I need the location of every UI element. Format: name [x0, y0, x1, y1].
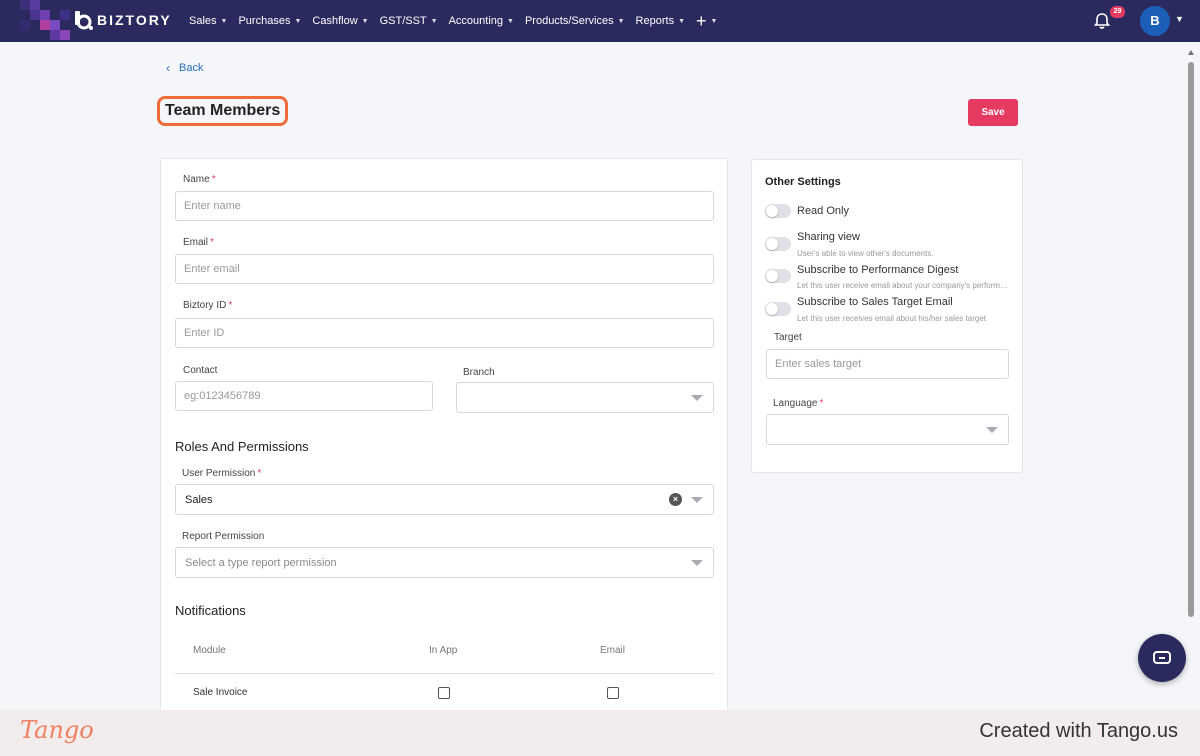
roles-section-title: Roles And Permissions [175, 439, 309, 454]
biztory-id-label: Biztory ID * [183, 300, 233, 311]
nav-accounting[interactable]: Accounting ▼ [449, 15, 514, 27]
sharing-view-desc: User's able to view other's documents. [797, 249, 934, 258]
biztory-logo-icon [75, 11, 93, 30]
nav-reports[interactable]: Reports ▼ [636, 15, 685, 27]
top-navbar: BIZTORY Sales ▼ Purchases ▼ Cashflow ▼ GST/… [0, 0, 1200, 42]
nav-gst-sst[interactable]: GST/SST ▼ [380, 15, 438, 27]
contact-input[interactable] [175, 381, 433, 411]
notification-bell-icon[interactable] [1093, 12, 1111, 30]
created-with-text: Created with Tango.us [979, 720, 1178, 742]
email-column-header: Email [600, 645, 626, 656]
table-divider [175, 673, 714, 674]
performance-digest-desc: Let this user receive email about your c… [797, 281, 1009, 290]
user-permission-value: Sales [185, 494, 213, 506]
other-settings-title: Other Settings [765, 176, 841, 188]
team-member-form-card [160, 158, 728, 718]
user-permission-select[interactable]: Sales × [175, 484, 714, 515]
name-label: Name * [183, 174, 216, 185]
chevron-down-icon: ▼ [294, 17, 302, 25]
read-only-toggle[interactable] [765, 204, 791, 218]
brand-name: BIZTORY [97, 12, 172, 28]
sales-target-email-toggle[interactable] [765, 302, 791, 316]
report-permission-placeholder: Select a type report permission [185, 557, 337, 569]
performance-digest-label: Subscribe to Performance Digest [797, 264, 959, 276]
branch-select[interactable] [456, 382, 714, 413]
email-label: Email * [183, 237, 214, 248]
module-column-header: Module [193, 645, 226, 656]
main-menu: Sales ▼ Purchases ▼ Cashflow ▼ GST/SST ▼ Acc… [189, 0, 728, 42]
save-button[interactable]: Save [968, 99, 1018, 126]
chevron-down-icon: ▼ [220, 17, 228, 25]
chevron-down-icon: ▼ [617, 17, 625, 25]
nav-purchases[interactable]: Purchases ▼ [238, 15, 301, 27]
dropdown-arrow-icon [691, 560, 703, 566]
sharing-view-toggle[interactable] [765, 237, 791, 251]
sale-invoice-email-checkbox[interactable] [607, 687, 619, 699]
target-input[interactable] [766, 349, 1009, 379]
user-permission-label: User Permission * [182, 468, 262, 479]
chevron-down-icon: ▼ [678, 17, 686, 25]
contact-label: Contact [183, 365, 218, 376]
dropdown-arrow-icon [986, 427, 998, 433]
tango-logo: Tango [20, 716, 94, 744]
chevron-left-icon: ‹ [166, 61, 170, 75]
nav-quick-add[interactable]: + ▼ [696, 12, 717, 30]
nav-gst-sst-label: GST/SST [379, 15, 427, 27]
nav-products-services-label: Products/Services [524, 15, 614, 27]
page-scrollbar[interactable] [1186, 47, 1196, 707]
sales-target-email-label: Subscribe to Sales Target Email [797, 296, 953, 308]
target-label: Target [774, 332, 802, 343]
sale-invoice-in-app-checkbox[interactable] [438, 687, 450, 699]
email-input[interactable] [175, 254, 714, 284]
in-app-column-header: In App [429, 645, 458, 656]
nav-products-services[interactable]: Products/Services ▼ [525, 15, 625, 27]
read-only-label: Read Only [797, 205, 849, 217]
chevron-down-icon: ▼ [430, 17, 438, 25]
nav-reports-label: Reports [635, 15, 675, 27]
clear-selection-icon[interactable]: × [669, 493, 682, 506]
report-permission-label: Report Permission [182, 531, 265, 542]
notification-count-badge: 29 [1110, 6, 1125, 18]
back-label: Back [179, 62, 204, 74]
chevron-down-icon: ▼ [361, 17, 369, 25]
back-link[interactable]: ‹ Back [166, 61, 203, 75]
scroll-up-arrow-icon[interactable] [1188, 50, 1194, 55]
user-avatar[interactable]: B [1140, 6, 1170, 36]
dropdown-arrow-icon [691, 497, 703, 503]
branch-label: Branch [463, 367, 495, 378]
chat-icon [1153, 651, 1171, 664]
notifications-section-title: Notifications [175, 603, 246, 618]
performance-digest-toggle[interactable] [765, 269, 791, 283]
nav-sales[interactable]: Sales ▼ [189, 15, 227, 27]
chevron-down-icon: ▼ [710, 17, 718, 25]
notif-row-module: Sale Invoice [193, 687, 248, 698]
sharing-view-label: Sharing view [797, 231, 860, 243]
biztory-id-input[interactable] [175, 318, 714, 348]
language-label: Language * [773, 398, 824, 409]
chat-support-button[interactable] [1138, 634, 1186, 682]
report-permission-select[interactable]: Select a type report permission [175, 547, 714, 578]
scroll-thumb[interactable] [1188, 62, 1194, 617]
nav-purchases-label: Purchases [238, 15, 291, 27]
plus-icon: + [696, 11, 707, 31]
name-input[interactable] [175, 191, 714, 221]
page-title: Team Members [157, 96, 289, 126]
nav-sales-label: Sales [189, 15, 217, 27]
nav-cashflow[interactable]: Cashflow ▼ [312, 15, 368, 27]
sales-target-email-desc: Let this user receives email about his/h… [797, 314, 986, 323]
nav-accounting-label: Accounting [448, 15, 504, 27]
language-select[interactable] [766, 414, 1009, 445]
nav-cashflow-label: Cashflow [312, 15, 358, 27]
dropdown-arrow-icon [691, 395, 703, 401]
chevron-down-icon[interactable]: ▼ [1175, 14, 1184, 24]
brand-logo[interactable]: BIZTORY [72, 9, 172, 31]
chevron-down-icon: ▼ [507, 17, 514, 25]
